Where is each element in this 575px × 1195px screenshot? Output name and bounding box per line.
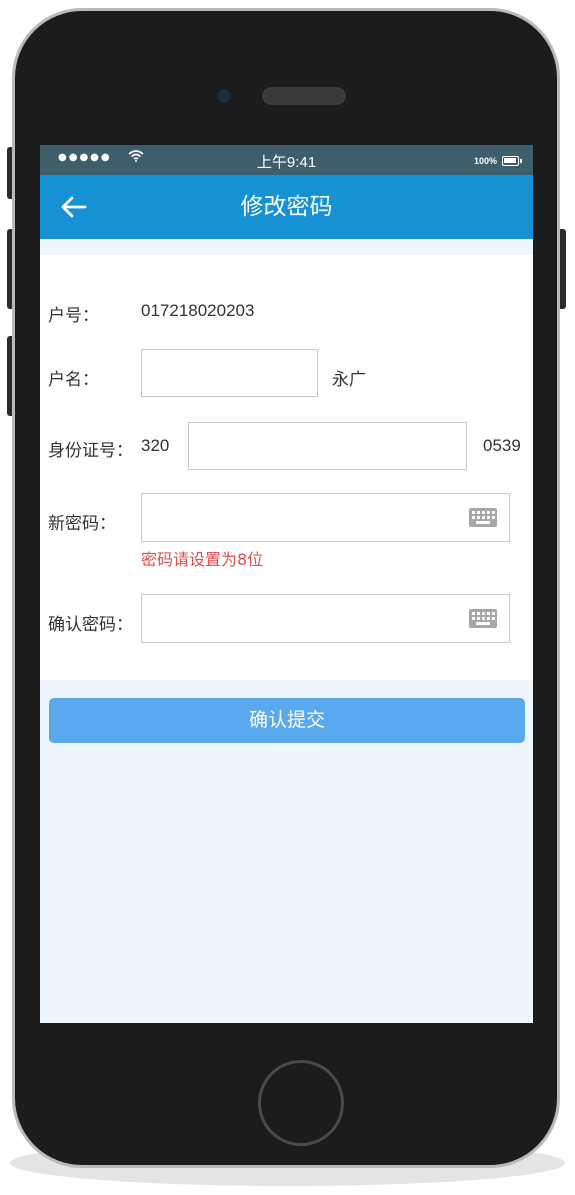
password-form: 户号： 017218020203 户名： 永广 身份证号： 320 0539 新…	[40, 255, 533, 680]
status-time: 上午9:41	[256, 154, 317, 171]
id-number-input[interactable]	[188, 422, 467, 470]
app-screen: ●●●●● 上午9:41 100% 修改密码 户号： 017218020203 …	[40, 145, 533, 1023]
account-no-value: 017218020203	[141, 301, 255, 320]
confirm-password-input[interactable]	[141, 594, 510, 643]
new-password-label: 新密码：	[48, 514, 116, 534]
confirm-password-label: 确认密码：	[48, 615, 133, 635]
account-name-input[interactable]	[141, 349, 318, 397]
keyboard-icon[interactable]	[469, 609, 497, 628]
account-no-label: 户号：	[48, 306, 99, 326]
keyboard-icon[interactable]	[469, 508, 497, 527]
battery-icon	[502, 156, 522, 166]
home-button[interactable]	[258, 1060, 344, 1146]
id-number-label: 身份证号：	[48, 441, 133, 461]
page-title: 修改密码	[240, 194, 333, 220]
account-name-label: 户名：	[48, 370, 99, 390]
header-bar: 修改密码	[40, 175, 533, 239]
earpiece-speaker	[262, 87, 346, 105]
new-password-input[interactable]	[141, 493, 510, 542]
front-camera	[217, 89, 231, 103]
battery-percent: 100%	[474, 156, 498, 166]
status-bar: ●●●●● 上午9:41 100%	[40, 145, 533, 175]
account-name-suffix: 永广	[332, 370, 366, 390]
password-hint: 密码请设置为8位	[141, 550, 264, 569]
id-number-suffix: 0539	[483, 436, 521, 455]
submit-button[interactable]: 确认提交	[49, 698, 525, 743]
id-number-prefix: 320	[141, 436, 170, 455]
